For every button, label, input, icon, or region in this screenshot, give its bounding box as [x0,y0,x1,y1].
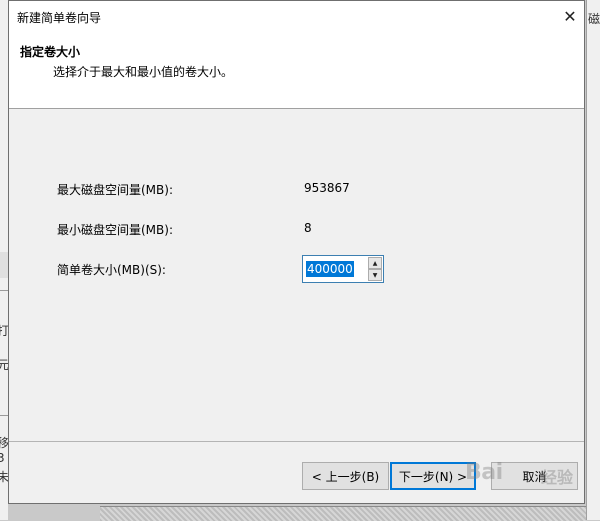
background-scrollbar [100,506,586,521]
background-highlight [0,252,8,278]
background-window-right: 磁 [586,0,600,520]
background-window-left: 打 元 移 3 未 [0,0,8,520]
page-subtitle: 选择介于最大和最小值的卷大小。 [53,65,234,79]
background-text: 移 [0,436,8,450]
stepper-down-button[interactable]: ▼ [368,269,382,281]
background-text: 未 [0,470,8,484]
stepper-up-button[interactable]: ▲ [368,257,382,269]
chevron-up-icon: ▲ [372,259,378,267]
next-button[interactable]: 下一步(N) > [390,462,476,490]
footer-divider [9,441,584,442]
min-disk-space-label: 最小磁盘空间量(MB): [57,223,173,237]
background-text: 磁 [588,12,600,26]
max-disk-space-label: 最大磁盘空间量(MB): [57,183,173,197]
background-text: 元 [0,358,8,372]
min-disk-space-value: 8 [304,221,312,235]
chevron-down-icon: ▼ [372,271,378,279]
close-icon: ✕ [563,6,577,26]
back-button[interactable]: < 上一步(B) [302,462,389,490]
background-text: 打 [0,324,8,338]
close-button[interactable]: ✕ [556,1,584,31]
wizard-header: 指定卷大小 选择介于最大和最小值的卷大小。 [9,31,584,109]
background-text: 3 [0,451,5,465]
new-simple-volume-wizard-dialog: 新建简单卷向导 ✕ 指定卷大小 选择介于最大和最小值的卷大小。 最大磁盘空间量(… [8,0,585,504]
max-disk-space-value: 953867 [304,181,350,195]
background-divider [0,290,8,291]
volume-size-label: 简单卷大小(MB)(S): [57,263,166,277]
stepper-buttons: ▲ ▼ [368,257,382,281]
cancel-button[interactable]: 取消 [491,462,578,490]
volume-size-input[interactable] [305,259,367,279]
background-divider [0,415,8,416]
window-title: 新建简单卷向导 [17,11,102,25]
volume-size-stepper[interactable]: 400000 ▲ ▼ [302,255,384,283]
title-bar: 新建简单卷向导 ✕ [9,1,584,31]
page-title: 指定卷大小 [20,45,81,59]
